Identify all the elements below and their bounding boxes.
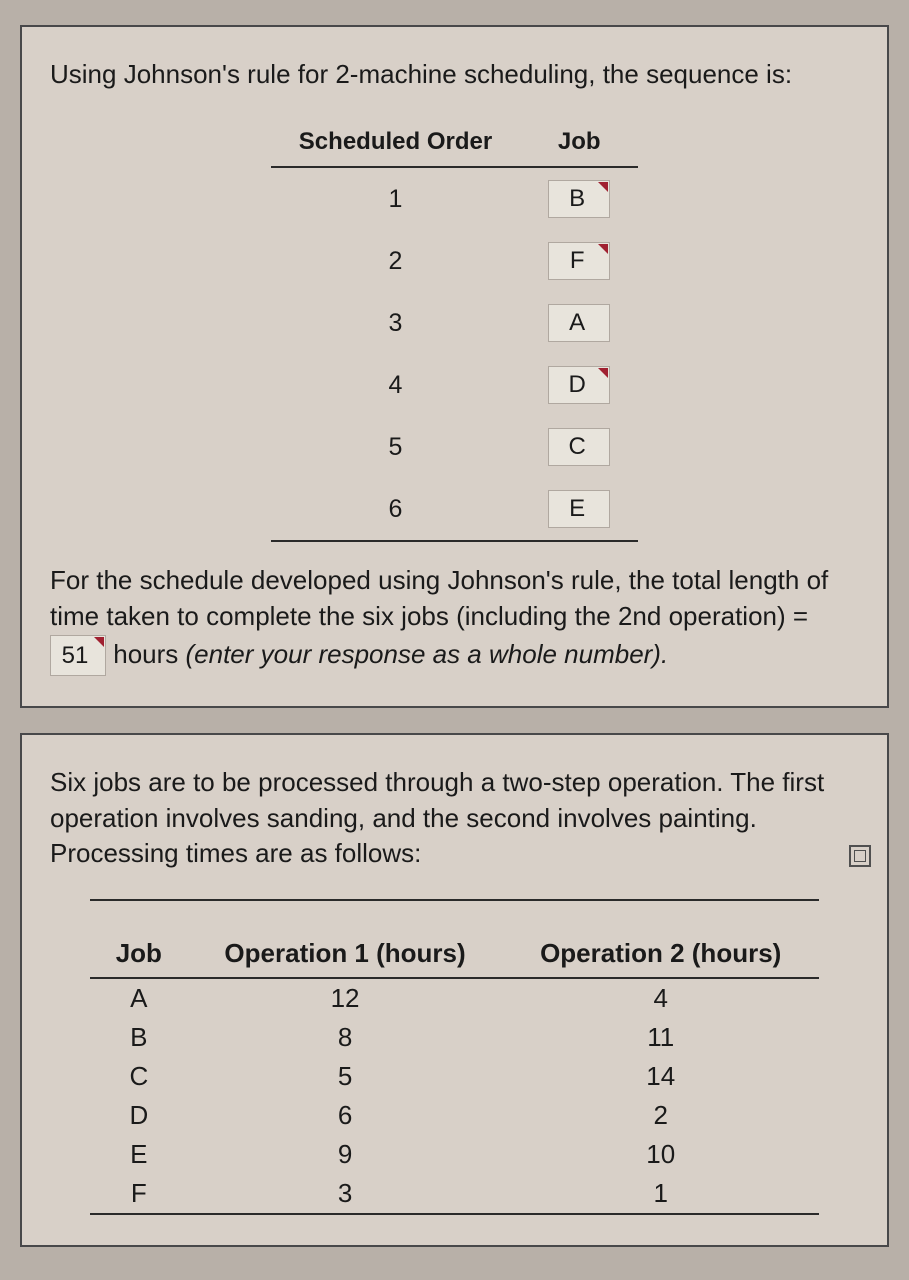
data-job: B — [90, 1018, 187, 1057]
hours-input[interactable]: 51 — [50, 635, 106, 677]
popup-icon[interactable] — [849, 845, 871, 867]
seq-order: 1 — [271, 167, 520, 230]
data-row: F 3 1 — [90, 1174, 818, 1214]
job-input[interactable]: B — [548, 180, 610, 218]
data-op1: 9 — [187, 1135, 503, 1174]
seq-header-job: Job — [520, 120, 638, 167]
seq-order: 2 — [271, 230, 520, 292]
data-row: D 6 2 — [90, 1096, 818, 1135]
data-op1: 3 — [187, 1174, 503, 1214]
data-header-job: Job — [90, 900, 187, 978]
seq-job-cell: A — [520, 292, 638, 354]
seq-row: 1 B — [271, 167, 638, 230]
job-input[interactable]: F — [548, 242, 610, 280]
data-job: D — [90, 1096, 187, 1135]
data-row: B 8 11 — [90, 1018, 818, 1057]
data-op1: 8 — [187, 1018, 503, 1057]
data-op1: 12 — [187, 978, 503, 1018]
job-input[interactable]: E — [548, 490, 610, 528]
job-input[interactable]: A — [548, 304, 610, 342]
question-panel-1: Using Johnson's rule for 2-machine sched… — [20, 25, 889, 708]
data-op1: 6 — [187, 1096, 503, 1135]
seq-job-cell: C — [520, 416, 638, 478]
data-op2: 4 — [503, 978, 819, 1018]
data-header-op1: Operation 1 (hours) — [187, 900, 503, 978]
data-op1: 5 — [187, 1057, 503, 1096]
data-op2: 10 — [503, 1135, 819, 1174]
seq-row: 4 D — [271, 354, 638, 416]
job-input[interactable]: D — [548, 366, 610, 404]
seq-job-cell: B — [520, 167, 638, 230]
seq-row: 6 E — [271, 478, 638, 541]
question-panel-2: Six jobs are to be processed through a t… — [20, 733, 889, 1246]
seq-row: 2 F — [271, 230, 638, 292]
data-op2: 11 — [503, 1018, 819, 1057]
data-row: C 5 14 — [90, 1057, 818, 1096]
data-job: F — [90, 1174, 187, 1214]
data-op2: 2 — [503, 1096, 819, 1135]
seq-row: 5 C — [271, 416, 638, 478]
data-header-row: Job Operation 1 (hours) Operation 2 (hou… — [90, 900, 818, 978]
seq-order: 4 — [271, 354, 520, 416]
data-job: C — [90, 1057, 187, 1096]
job-input[interactable]: C — [548, 428, 610, 466]
seq-order: 6 — [271, 478, 520, 541]
data-header-op2: Operation 2 (hours) — [503, 900, 819, 978]
data-job: A — [90, 978, 187, 1018]
data-op2: 14 — [503, 1057, 819, 1096]
followup-text: For the schedule developed using Johnson… — [50, 562, 859, 676]
seq-job-cell: D — [520, 354, 638, 416]
seq-header-order: Scheduled Order — [271, 120, 520, 167]
data-op2: 1 — [503, 1174, 819, 1214]
prompt-text-2: Six jobs are to be processed through a t… — [50, 765, 859, 870]
seq-job-cell: E — [520, 478, 638, 541]
data-row: A 12 4 — [90, 978, 818, 1018]
sequence-header-row: Scheduled Order Job — [271, 120, 638, 167]
followup-italic: (enter your response as a whole number). — [186, 639, 669, 669]
seq-order: 5 — [271, 416, 520, 478]
processing-times-table: Job Operation 1 (hours) Operation 2 (hou… — [90, 899, 818, 1215]
followup-before: For the schedule developed using Johnson… — [50, 565, 828, 631]
seq-row: 3 A — [271, 292, 638, 354]
followup-after: hours — [113, 639, 185, 669]
prompt-text-1: Using Johnson's rule for 2-machine sched… — [50, 57, 859, 92]
sequence-table: Scheduled Order Job 1 B 2 F 3 A 4 D 5 — [271, 120, 638, 542]
seq-order: 3 — [271, 292, 520, 354]
data-row: E 9 10 — [90, 1135, 818, 1174]
data-job: E — [90, 1135, 187, 1174]
seq-job-cell: F — [520, 230, 638, 292]
